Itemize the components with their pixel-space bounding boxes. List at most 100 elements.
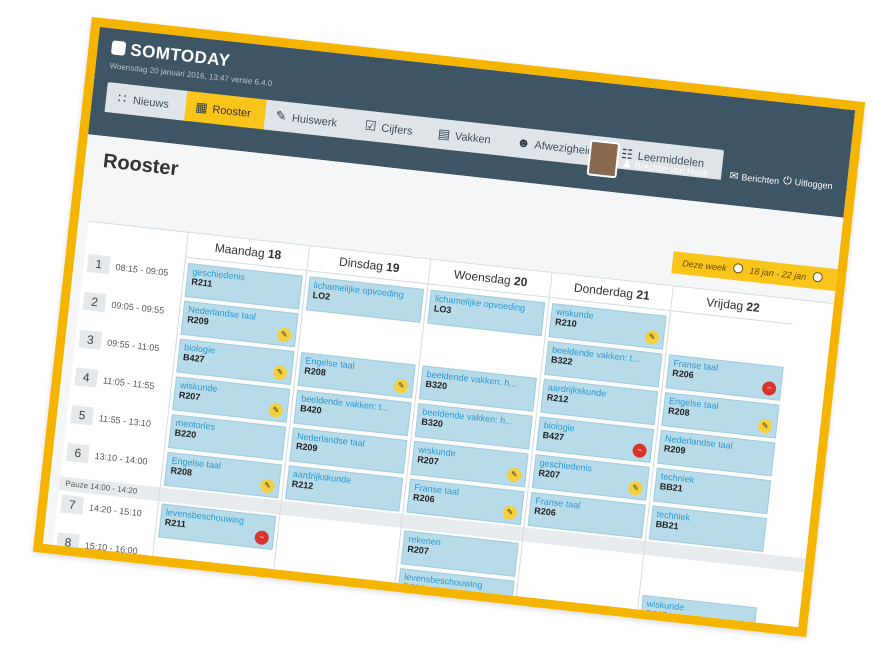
user-name[interactable]: ♟ Brechtje van Hooft — [621, 157, 709, 179]
slot-time: 11:05 - 11:55 — [102, 375, 156, 392]
slot-number: 7 — [60, 494, 85, 515]
day-date: 19 — [385, 259, 401, 276]
next-week-icon[interactable] — [812, 271, 824, 283]
week-selector[interactable]: Deze week 18 jan - 22 jan — [671, 251, 838, 292]
homework-icon[interactable]: ✎ — [393, 378, 409, 394]
slot-number: 2 — [82, 291, 107, 313]
slot-number: 6 — [66, 442, 90, 464]
lesson-block[interactable]: lichamelijke opvoeding LO3 — [427, 289, 546, 337]
slot-time: 14:20 - 15:10 — [88, 502, 143, 519]
slot-time: 16:00 - 16:50 — [80, 578, 134, 594]
time-slot: 5 11:55 - 13:10 — [66, 401, 168, 440]
homework-icon[interactable]: ✎ — [502, 505, 518, 521]
day-date: 20 — [513, 273, 529, 290]
slot-number: 3 — [78, 329, 103, 350]
people-icon: ☻ — [516, 134, 532, 151]
lesson-block[interactable]: lichamelijke opvoeding LO2 — [305, 276, 425, 323]
day-name: Maandag — [214, 240, 269, 261]
absence-icon[interactable]: − — [761, 380, 777, 397]
homework-icon[interactable]: ✎ — [627, 480, 644, 497]
envelope-icon: ✉ — [728, 169, 740, 183]
time-slot: 6 13:10 - 14:00 — [61, 438, 163, 477]
slot-number: 9 — [51, 570, 76, 591]
lesson-block[interactable]: wiskunde R207 ✎ — [639, 594, 758, 638]
day-name: Donderdag — [573, 280, 638, 302]
page-title: Rooster — [101, 150, 180, 181]
tab-label: Vakken — [454, 130, 492, 147]
time-slot: 1 08:15 - 09:05 — [82, 250, 184, 289]
day-name: Vrijdag — [705, 295, 748, 314]
homework-icon[interactable]: ✎ — [268, 402, 284, 419]
slot-time: 13:10 - 14:00 — [94, 450, 148, 467]
power-icon: ⏻ — [782, 174, 793, 188]
day-date: 21 — [635, 287, 651, 303]
tab-label: Rooster — [211, 103, 252, 120]
day-date: 22 — [745, 299, 761, 315]
pencil-icon: ✎ — [274, 107, 288, 124]
calendar-icon: ▦ — [194, 98, 209, 116]
tab-rooster[interactable]: ▦ Rooster — [184, 90, 271, 130]
slot-number: 5 — [70, 405, 95, 426]
homework-icon[interactable]: ✎ — [259, 478, 276, 494]
homework-icon[interactable]: ✎ — [644, 329, 660, 346]
day-name: Woensdag — [453, 267, 515, 288]
logout-label: Uitloggen — [794, 177, 834, 192]
time-slot: 3 09:55 - 11:05 — [74, 325, 176, 364]
tab-label: Nieuws — [132, 94, 170, 111]
tab-vakken[interactable]: ▤ Vakken — [426, 117, 514, 157]
lesson-block[interactable]: Engelse taal R208 ✎ — [163, 451, 282, 499]
homework-icon[interactable]: ✎ — [757, 418, 773, 435]
tab-label: Cijfers — [380, 122, 414, 138]
logout-link[interactable]: ⏻ Uitloggen — [782, 175, 833, 193]
prev-week-icon[interactable] — [732, 262, 744, 274]
slot-time: 08:15 - 09:05 — [115, 262, 169, 278]
screenshot-frame: SOMTODAY Woensdag 20 januari 2016, 13:47… — [32, 16, 866, 638]
week-label: Deze week — [681, 258, 728, 274]
homework-icon[interactable]: ✎ — [272, 365, 288, 381]
tab-label: Afwezigheid — [533, 139, 595, 158]
lesson-block[interactable]: levensbeschouwing B324 — [396, 568, 515, 615]
slot-time: 09:05 - 09:55 — [110, 299, 165, 316]
tab-cijfers[interactable]: ☑ Cijfers — [353, 109, 434, 148]
day-header: Vrijdag 22 — [671, 286, 796, 325]
day-date: 18 — [267, 246, 282, 263]
homework-icon[interactable]: ✎ — [734, 621, 751, 637]
user-icon: ♟ — [621, 158, 633, 172]
slot-number: 1 — [86, 254, 111, 275]
tab-nieuws[interactable]: ∷ Nieuws — [104, 82, 192, 122]
check-icon: ☑ — [364, 117, 378, 134]
time-slot: 9 16:00 - 16:50 — [47, 566, 149, 605]
day-name: Dinsdag — [338, 254, 388, 274]
slot-time: 15:10 - 16:00 — [84, 540, 139, 557]
time-slot: 2 09:05 - 09:55 — [78, 287, 180, 326]
slot-time: 09:55 - 11:05 — [106, 337, 160, 354]
avatar[interactable] — [586, 139, 621, 179]
homework-icon[interactable]: ✎ — [506, 467, 522, 483]
lesson-block[interactable]: Franse taal R206 — [527, 492, 646, 539]
lesson-block[interactable]: aardrijkskunde R212 — [285, 465, 404, 512]
homework-icon[interactable]: ✎ — [276, 327, 292, 343]
rss-icon: ∷ — [117, 90, 128, 107]
absence-icon[interactable]: − — [254, 529, 270, 546]
lesson-block[interactable]: levensbeschouwing R211− — [158, 503, 277, 550]
time-slot: 4 11:05 - 11:55 — [70, 363, 172, 402]
slot-time: 11:55 - 13:10 — [98, 413, 152, 429]
time-slots: 1 08:15 - 09:05 2 09:05 - 09:55 3 09:55 - 11:… — [51, 250, 184, 594]
books-icon: ▤ — [437, 125, 452, 142]
schedule-grid: 1 08:15 - 09:05 2 09:05 - 09:55 3 09:55 - 11:… — [51, 220, 834, 638]
lesson-block[interactable]: Franse taal R206 ✎ — [406, 478, 525, 526]
slot-number: 4 — [74, 367, 99, 388]
logo-icon — [110, 40, 127, 56]
page-content: Rooster Deze week 18 jan - 22 jan 1 08:15… — [42, 134, 844, 638]
absence-icon[interactable]: − — [631, 442, 648, 459]
tab-label: Huiswerk — [291, 112, 338, 130]
messages-link[interactable]: ✉ Berichten — [729, 169, 780, 187]
slot-number: 8 — [56, 532, 80, 553]
main-tabs: ∷ Nieuws ▦ Rooster ✎ Huiswerk ☑ Cijfers ▤ Vak… — [104, 82, 725, 180]
week-range: 18 jan - 22 jan — [748, 265, 807, 282]
user-name-label: Brechtje van Hooft — [634, 160, 709, 179]
messages-label: Berichten — [740, 172, 780, 187]
time-slot: 8 15:10 - 16:00 — [51, 528, 153, 567]
lesson-block[interactable]: techniek BB21 — [648, 505, 767, 552]
tab-huiswerk[interactable]: ✎ Huiswerk — [263, 99, 361, 140]
